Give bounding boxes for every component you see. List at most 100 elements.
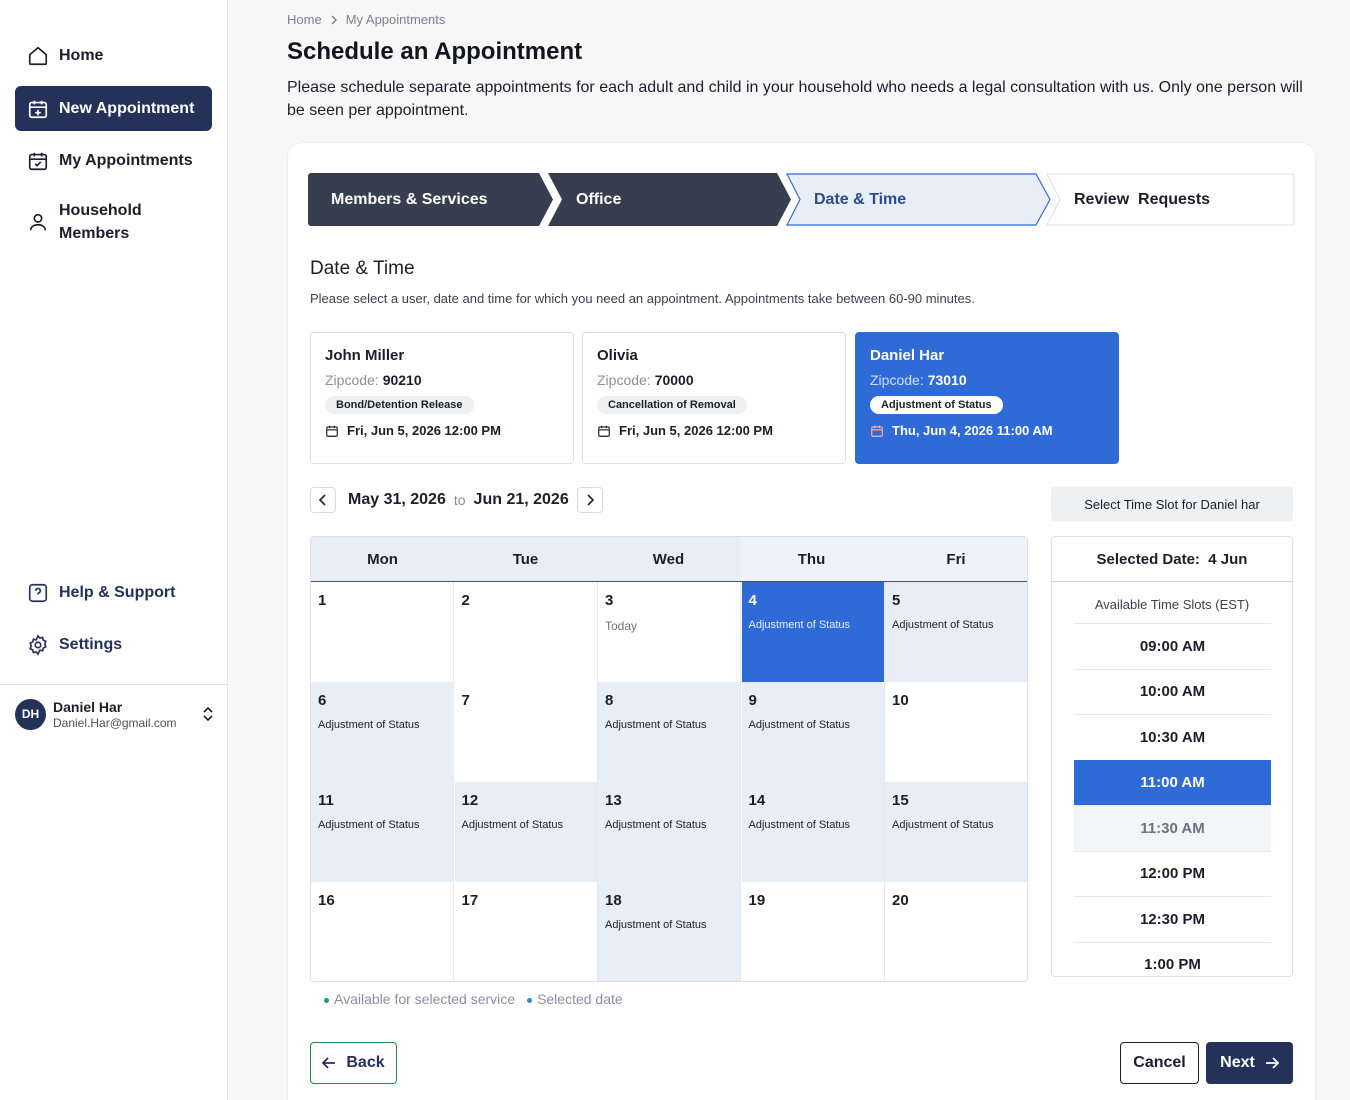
sidebar-item-household-members[interactable]: Household Members — [15, 198, 212, 246]
sidebar-item-label: My Appointments — [59, 152, 193, 169]
day-number: 8 — [605, 692, 614, 709]
calendar-day-cell[interactable]: 7 — [454, 682, 598, 782]
legend-label: Available for selected service — [334, 991, 516, 1007]
sidebar-item-label: New Appointment — [59, 99, 195, 117]
day-number: 10 — [892, 692, 909, 709]
step-review-requests[interactable]: Review Requests — [1046, 173, 1295, 226]
day-number: 16 — [318, 892, 335, 909]
calendar-day-cell[interactable]: 15 Adjustment of Status — [885, 782, 1027, 882]
time-slot[interactable]: 11:30 AM — [1074, 805, 1271, 851]
calendar-day-cell[interactable]: 18 Adjustment of Status — [598, 882, 741, 981]
day-number: 14 — [748, 792, 766, 809]
person-card[interactable]: John Miller Zipcode: 90210 Bond/Detention… — [310, 332, 574, 464]
calendar-day-cell[interactable]: 5 Adjustment of Status — [885, 582, 1027, 682]
person-card-selected[interactable]: Daniel Har Zipcode: 73010 Adjustment of S… — [855, 332, 1119, 464]
slot-banner: Select Time Slot for Daniel har — [1051, 487, 1293, 521]
calendar-day-cell[interactable]: 14 Adjustment of Status — [741, 782, 885, 882]
datetime-text: Thu, Jun 4, 2026 11:00 AM — [892, 423, 1053, 438]
time-slot-selected[interactable]: 11:00 AM — [1074, 759, 1271, 805]
person-zipcode: Zipcode: 73010 — [870, 372, 1104, 388]
calendar-day-cell[interactable]: 6 Adjustment of Status — [311, 682, 454, 782]
section-description: Please select a user, date and time for … — [310, 291, 975, 306]
appointment-card: Members & Services Office Date & Time Re… — [288, 143, 1315, 1100]
calendar-day-cell[interactable]: 20 — [885, 882, 1027, 981]
calendar-day-cell[interactable]: 19 — [741, 882, 885, 981]
time-slot[interactable]: 12:30 PM — [1074, 896, 1271, 942]
next-range-button[interactable] — [576, 487, 603, 513]
day-service-note: Adjustment of Status — [318, 819, 420, 831]
calendar-day-cell[interactable]: 17 — [454, 882, 598, 981]
datetime-text: Fri, Jun 5, 2026 12:00 PM — [619, 423, 773, 438]
calendar-day-cell[interactable]: 3 Today — [598, 582, 741, 682]
chevron-up-down-icon[interactable] — [201, 706, 215, 722]
person-zipcode: Zipcode: 90210 — [325, 372, 559, 388]
slot-list: 09:00 AM 10:00 AM 10:30 AM 11:00 AM 11:30 AM… — [1074, 623, 1271, 977]
section-title: Date & Time — [310, 258, 415, 279]
person-name: John Miller — [325, 347, 405, 364]
arrow-left-icon — [322, 1057, 336, 1069]
slots-subheader: Available Time Slots (EST) — [1094, 597, 1250, 612]
user-menu[interactable]: DH Daniel Har Daniel.Har@gmail.com — [15, 697, 215, 731]
breadcrumb-current[interactable]: My Appointments — [346, 12, 446, 27]
breadcrumb: Home My Appointments — [287, 12, 445, 27]
sidebar-item-label-line1: Household — [59, 202, 142, 219]
weekday-fri: Fri — [883, 537, 1027, 581]
person-card[interactable]: Olivia Zipcode: 70000 Cancellation of Rem… — [582, 332, 846, 464]
calendar-icon — [871, 425, 883, 437]
calendar-day-cell[interactable]: 16 — [311, 882, 454, 981]
prev-range-button[interactable] — [310, 487, 336, 513]
time-slot[interactable]: 1:00 PM — [1074, 941, 1271, 977]
calendar-day-cell[interactable]: 12 Adjustment of Status — [454, 782, 598, 882]
step-members-services[interactable]: Members & Services — [308, 173, 553, 226]
calendar-day-cell[interactable]: 9 Adjustment of Status — [741, 682, 885, 782]
calendar-day-cell[interactable]: 1 — [311, 582, 454, 682]
chevron-left-icon — [319, 494, 326, 506]
sidebar-item-new-appointment[interactable]: New Appointment — [15, 86, 212, 131]
zipcode-label: Zipcode: — [597, 372, 651, 388]
day-number: 7 — [461, 692, 470, 709]
time-slot[interactable]: 12:00 PM — [1074, 850, 1271, 897]
service-badge: Cancellation of Removal — [597, 396, 747, 414]
calendar-day-cell[interactable]: 4 Adjustment of Status — [741, 582, 885, 682]
weekday-wed: Wed — [652, 550, 685, 568]
chevron-right-icon — [587, 494, 594, 506]
zipcode-value: 90210 — [382, 372, 422, 388]
calendar-check-icon — [28, 152, 48, 171]
time-slot[interactable]: 09:00 AM — [1074, 623, 1271, 669]
step-date-time[interactable]: Date & Time — [786, 173, 1052, 226]
calendar-header: Mon Tue Wed Thu Fri — [311, 537, 1027, 582]
calendar-day-cell[interactable]: 10 — [885, 682, 1027, 782]
step-office[interactable]: Office — [548, 173, 792, 226]
time-slot[interactable]: 10:00 AM — [1074, 668, 1271, 715]
calendar-day-cell[interactable]: 13 Adjustment of Status — [598, 782, 741, 882]
next-label: Next — [1220, 1054, 1255, 1071]
day-service-note: Adjustment of Status — [605, 919, 707, 931]
back-button[interactable]: Back — [310, 1042, 397, 1084]
calendar-icon — [598, 425, 610, 437]
weekday-thu: Thu — [740, 537, 883, 581]
service-badge: Adjustment of Status — [870, 396, 1003, 414]
zipcode-value: 70000 — [654, 372, 694, 388]
stepper: Members & Services Office Date & Time Re… — [308, 173, 1295, 226]
day-number: 11 — [318, 792, 334, 809]
day-number: 3 — [605, 592, 614, 609]
calendar-day-cell[interactable]: 2 — [454, 582, 598, 682]
sidebar-item-help[interactable]: Help & Support — [15, 575, 212, 611]
time-slot[interactable]: 10:30 AM — [1074, 714, 1271, 760]
sidebar-item-my-appointments[interactable]: My Appointments — [15, 143, 212, 179]
next-button[interactable]: Next — [1206, 1042, 1293, 1084]
zipcode-label: Zipcode: — [325, 372, 379, 388]
sidebar-item-home[interactable]: Home — [15, 38, 212, 74]
range-end: Jun 21, 2026 — [473, 491, 569, 508]
calendar-day-cell[interactable]: 8 Adjustment of Status — [598, 682, 741, 782]
sidebar-item-settings[interactable]: Settings — [15, 627, 212, 663]
breadcrumb-home[interactable]: Home — [287, 12, 322, 27]
day-number: 9 — [748, 692, 757, 709]
cancel-button[interactable]: Cancel — [1120, 1042, 1199, 1084]
day-service-note: Adjustment of Status — [461, 819, 564, 831]
datetime-text: Fri, Jun 5, 2026 12:00 PM — [347, 423, 501, 438]
home-icon — [28, 46, 48, 66]
day-service-note: Adjustment of Status — [318, 719, 420, 731]
legend-dot — [324, 997, 329, 1003]
calendar-day-cell[interactable]: 11 Adjustment of Status — [311, 782, 454, 882]
